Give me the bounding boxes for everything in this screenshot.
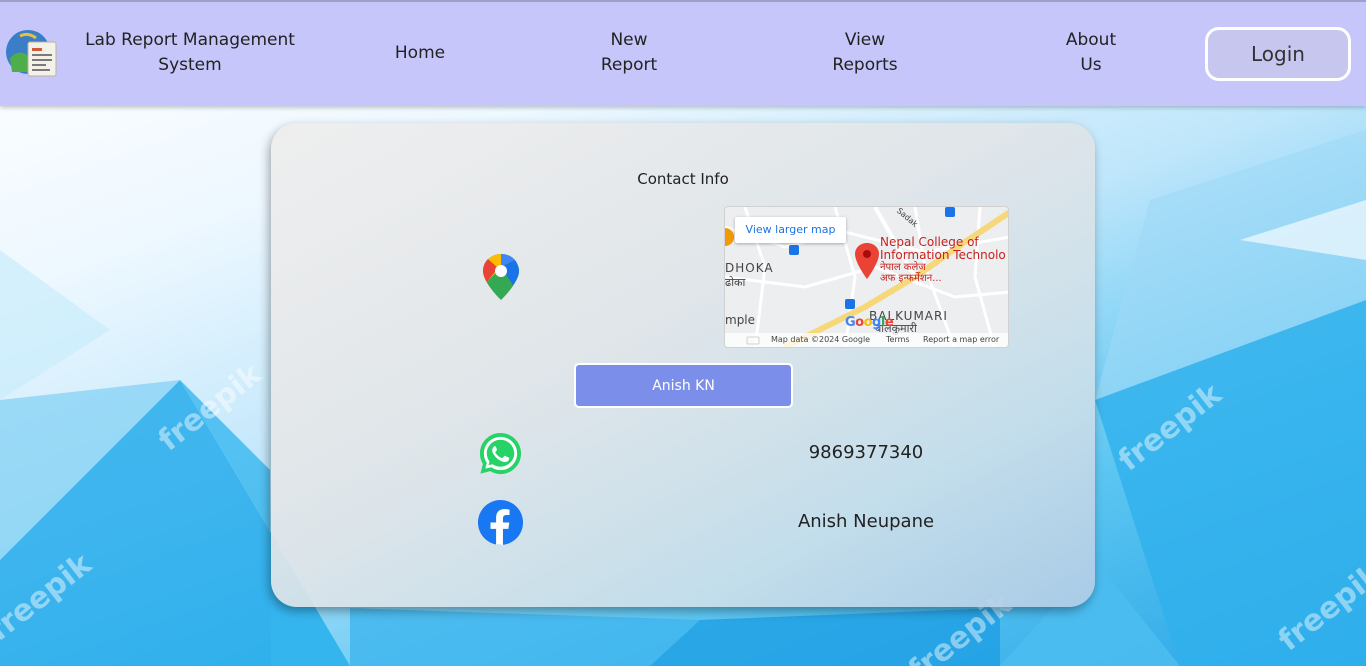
map-data-credit: Map data ©2024 Google [771,335,871,344]
google-logo: Google [845,315,894,330]
map-place-name: Nepal College of Information Technolo [880,236,1006,262]
whatsapp-icon[interactable] [477,430,524,477]
contact-card: Contact Info View larger map Nepal Colle… [271,123,1095,607]
embedded-map[interactable]: View larger map Nepal College of Informa… [724,206,1009,348]
map-area-label: ढोका [725,276,746,289]
lab-report-logo-icon[interactable] [6,28,58,80]
brand-line-1: Lab Report Management [85,30,295,50]
brand-line-2: System [158,55,222,75]
login-button[interactable]: Login [1205,27,1351,81]
map-place-np-line-2: अफ इन्फर्मेशन... [880,273,942,284]
name-button[interactable]: Anish KN [574,363,793,408]
nav-new-line-2: Report [600,55,658,75]
nav-new-line-1: New [610,30,648,50]
facebook-icon[interactable] [477,499,524,546]
map-footer: Map data ©2024 Google Terms Report a map… [725,333,1008,347]
navbar: Lab Report Management System Home New Re… [0,0,1366,106]
view-larger-map-link[interactable]: View larger map [735,217,846,243]
nav-new-report-link[interactable]: New Report [569,28,689,78]
map-area-label: DHOKA [725,261,774,275]
map-terms-link[interactable]: Terms [886,333,910,347]
nav-view-reports-link[interactable]: View Reports [805,28,925,78]
phone-number: 9869377340 [808,442,924,463]
nav-home-link[interactable]: Home [360,41,480,66]
nav-about-line-2: Us [1080,55,1102,75]
facebook-name: Anish Neupane [797,511,935,532]
google-maps-pin-icon [483,254,519,300]
nav-view-line-1: View [844,30,886,50]
map-place-name-np: नेपाल कलेज अफ इन्फर्मेशन... [880,262,942,284]
nav-about-us-link[interactable]: About Us [1031,28,1151,78]
nav-about-line-1: About [1065,30,1117,50]
brand-title[interactable]: Lab Report Management System [80,28,300,78]
map-place-line-2: Information Technolo [880,248,1006,262]
map-area-label: mple [725,313,756,327]
nav-view-line-2: Reports [832,55,898,75]
contact-info-title: Contact Info [637,170,729,188]
map-place-np-line-1: नेपाल कलेज [880,262,926,273]
map-report-error-link[interactable]: Report a map error [923,333,999,347]
